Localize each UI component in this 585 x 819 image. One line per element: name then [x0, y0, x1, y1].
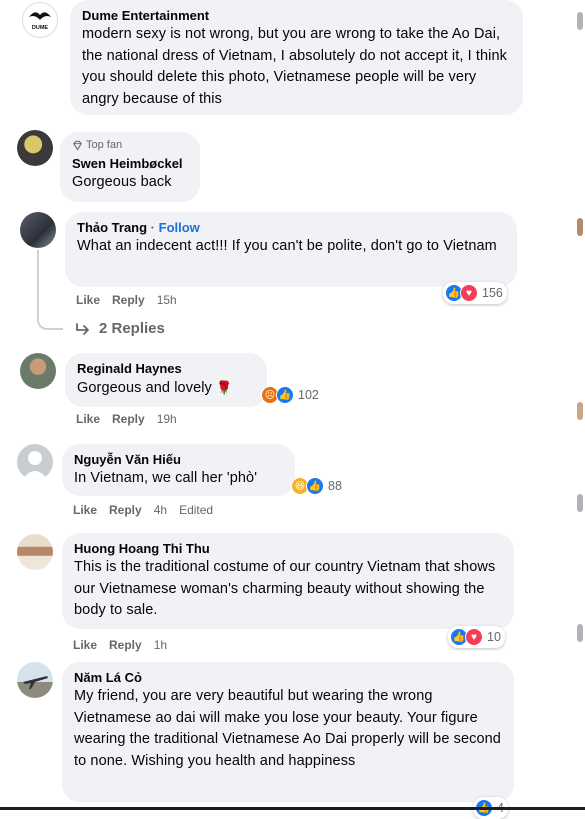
- like-icon: 👍: [306, 477, 324, 495]
- adjacent-panel-edge: [561, 0, 585, 810]
- timestamp[interactable]: 4h: [154, 503, 167, 517]
- name-separator: ·: [147, 220, 159, 235]
- reply-button[interactable]: Reply: [109, 503, 142, 517]
- comment-author[interactable]: Dume Entertainment: [82, 7, 511, 24]
- thread-line: [37, 250, 63, 330]
- love-icon: ♥: [460, 284, 478, 302]
- comment-author[interactable]: Nguyễn Văn Hiếu: [74, 451, 283, 468]
- comment-author-name[interactable]: Thảo Trang: [77, 220, 147, 235]
- edge-mark: [577, 218, 583, 236]
- comment-actions: Like Reply 19h: [76, 412, 177, 426]
- avatar[interactable]: DUME: [22, 2, 58, 38]
- top-fan-label: Top fan: [86, 139, 123, 151]
- like-button[interactable]: Like: [76, 412, 100, 426]
- reaction-count: 156: [482, 286, 503, 300]
- comment-text: What an indecent act!!! If you can't be …: [77, 238, 497, 254]
- avatar[interactable]: [17, 534, 53, 570]
- timestamp[interactable]: 15h: [157, 293, 177, 307]
- love-icon: ♥: [465, 628, 483, 646]
- reply-arrow-icon: [76, 322, 89, 335]
- reaction-summary[interactable]: 😆 👍 88: [289, 475, 346, 497]
- comment-author[interactable]: Swen Heimbøckel: [72, 155, 188, 172]
- avatar[interactable]: [20, 212, 56, 248]
- comment-text: This is the traditional costume of our c…: [74, 559, 496, 618]
- comment-author[interactable]: Huong Hoang Thi Thu: [74, 540, 502, 557]
- comment-bubble: Nguyễn Văn Hiếu In Vietnam, we call her …: [62, 444, 295, 496]
- timestamp[interactable]: 1h: [154, 638, 167, 652]
- comment-author[interactable]: Thảo Trang · Follow: [77, 219, 505, 236]
- comment-actions: Like Reply 15h: [76, 293, 177, 307]
- dume-logo-icon: DUME: [29, 12, 51, 31]
- comment-text: modern sexy is not wrong, but you are wr…: [82, 26, 507, 107]
- like-button[interactable]: Like: [76, 293, 100, 307]
- avatar[interactable]: [17, 662, 53, 698]
- comment-text: Gorgeous and lovely 🌹: [77, 377, 255, 400]
- like-icon: 👍: [276, 386, 294, 404]
- comment-actions: Like Reply 1h: [73, 638, 167, 652]
- comment-text: Gorgeous back: [72, 174, 172, 190]
- comment-text-body: Gorgeous and lovely: [77, 380, 212, 396]
- rose-emoji: 🌹: [216, 380, 233, 395]
- edge-mark: [577, 494, 583, 512]
- view-replies-link[interactable]: 2 Replies: [75, 320, 165, 337]
- default-avatar-icon: [22, 451, 48, 480]
- avatar-logo-text: DUME: [32, 25, 49, 31]
- reply-button[interactable]: Reply: [112, 412, 145, 426]
- reaction-count: 88: [328, 479, 342, 493]
- like-button[interactable]: Like: [73, 503, 97, 517]
- comment-bubble: Top fan Swen Heimbøckel Gorgeous back: [60, 132, 200, 202]
- edited-label[interactable]: Edited: [179, 503, 213, 517]
- avatar[interactable]: [17, 130, 53, 166]
- reaction-count: 10: [487, 630, 501, 644]
- follow-link[interactable]: Follow: [159, 220, 200, 235]
- like-button[interactable]: Like: [73, 638, 97, 652]
- comment-bubble: Năm Lá Cỏ My friend, you are very beauti…: [62, 662, 514, 802]
- edge-mark: [577, 402, 583, 420]
- reaction-summary[interactable]: 👍 ♥ 156: [443, 282, 507, 304]
- reaction-summary[interactable]: ☹ 👍 102: [259, 384, 323, 406]
- edge-mark: [577, 624, 583, 642]
- reply-button[interactable]: Reply: [109, 638, 142, 652]
- comment-actions: Like Reply 4h Edited: [73, 503, 213, 517]
- diamond-icon: [73, 140, 82, 151]
- timestamp[interactable]: 19h: [157, 412, 177, 426]
- comment-author[interactable]: Năm Lá Cỏ: [74, 669, 502, 686]
- top-fan-badge: Top fan: [72, 138, 188, 152]
- reaction-count: 102: [298, 388, 319, 402]
- avatar[interactable]: [20, 353, 56, 389]
- comment-author[interactable]: Reginald Haynes: [77, 360, 255, 377]
- comment-bubble: Dume Entertainment modern sexy is not wr…: [70, 0, 523, 115]
- edge-mark: [577, 12, 583, 30]
- replies-count[interactable]: 2 Replies: [99, 320, 165, 337]
- airplane-silhouette-icon: [23, 676, 48, 689]
- comment-bubble: Thảo Trang · Follow What an indecent act…: [65, 212, 517, 287]
- comment-text: In Vietnam, we call her 'phò': [74, 470, 258, 486]
- reaction-summary[interactable]: 👍 ♥ 10: [448, 626, 505, 648]
- comment-bubble: Huong Hoang Thi Thu This is the traditio…: [62, 533, 514, 629]
- reply-button[interactable]: Reply: [112, 293, 145, 307]
- avatar[interactable]: [17, 444, 53, 480]
- comment-text: My friend, you are very beautiful but we…: [74, 688, 501, 769]
- comment-bubble: Reginald Haynes Gorgeous and lovely 🌹: [65, 353, 267, 407]
